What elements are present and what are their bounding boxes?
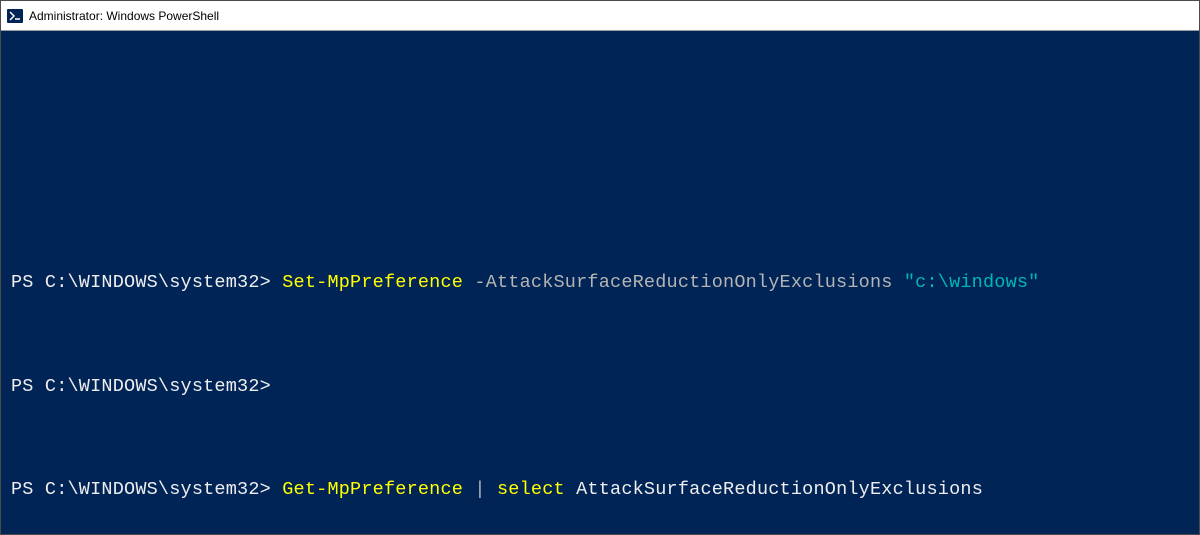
prompt: PS C:\WINDOWS\system32> [11, 272, 282, 293]
terminal-line: PS C:\WINDOWS\system32> Get-MpPreference… [11, 477, 1189, 503]
blank-line [11, 89, 1189, 115]
string-token: "c:\windows" [904, 272, 1040, 293]
text-token: AttackSurfaceReductionOnlyExclusions [576, 479, 983, 500]
cmdlet-token: Get-MpPreference [282, 479, 474, 500]
parameter-token: -AttackSurfaceReductionOnlyExclusions [474, 272, 903, 293]
terminal-line: PS C:\WINDOWS\system32> Set-MpPreference… [11, 270, 1189, 296]
terminal-area[interactable]: PS C:\WINDOWS\system32> Set-MpPreference… [1, 31, 1199, 534]
window-title: Administrator: Windows PowerShell [29, 9, 219, 23]
prompt: PS C:\WINDOWS\system32> [11, 376, 271, 397]
powershell-window: Administrator: Windows PowerShell PS C:\… [0, 0, 1200, 535]
powershell-icon [7, 8, 23, 24]
keyword-token: select [497, 479, 576, 500]
prompt: PS C:\WINDOWS\system32> [11, 479, 282, 500]
blank-line [11, 166, 1189, 192]
cmdlet-token: Set-MpPreference [282, 272, 474, 293]
window-titlebar[interactable]: Administrator: Windows PowerShell [1, 1, 1199, 31]
terminal-line: PS C:\WINDOWS\system32> [11, 374, 1189, 400]
pipe-token: | [474, 479, 497, 500]
